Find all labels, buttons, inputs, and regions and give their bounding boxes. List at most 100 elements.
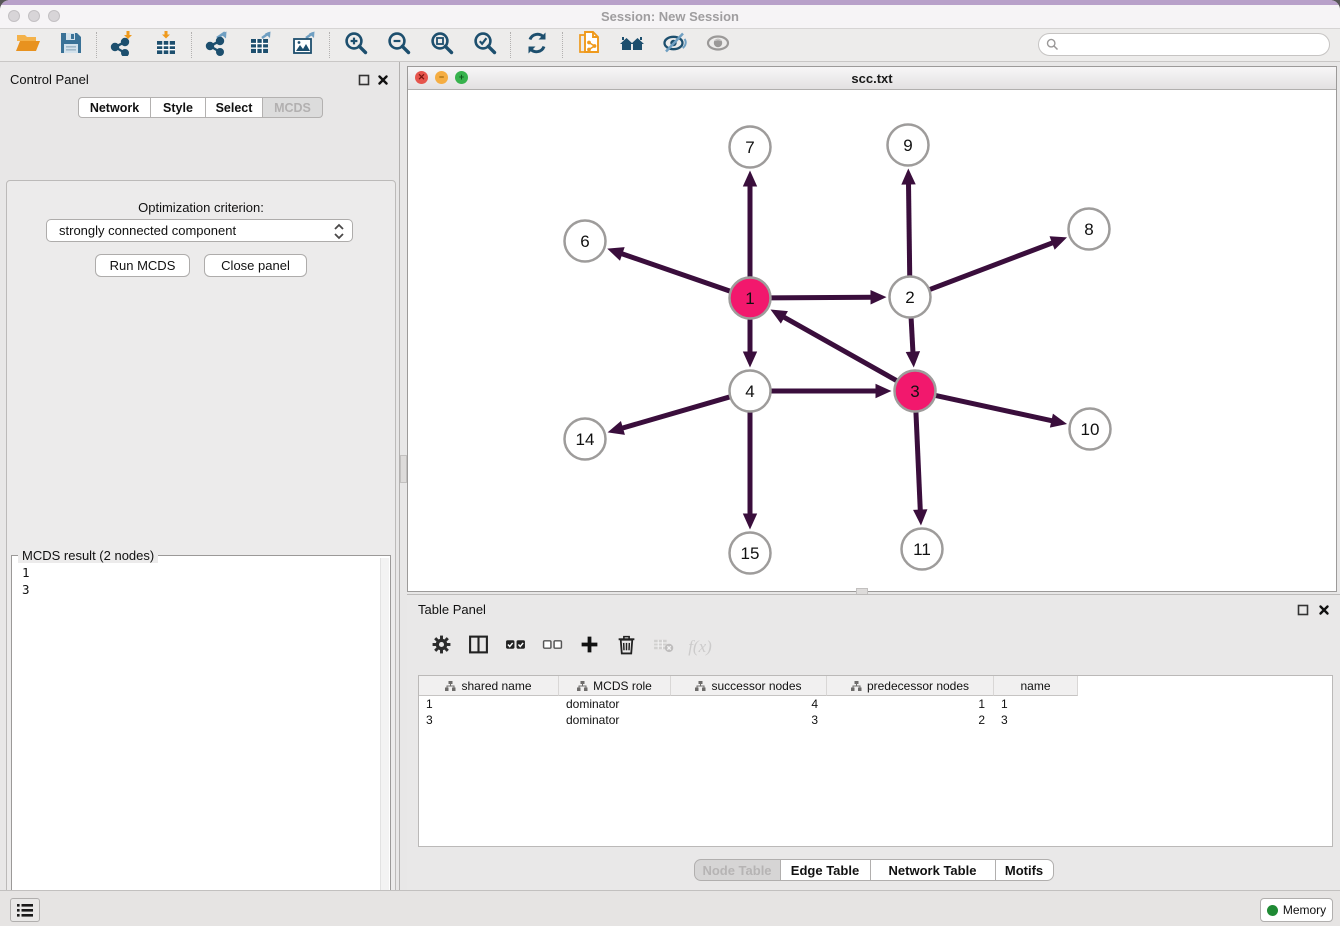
graph-edge-4-14[interactable]: [621, 396, 732, 428]
open-session-button[interactable]: [6, 29, 49, 61]
graph-edge-arrow-4-15: [743, 514, 757, 530]
tab-select[interactable]: Select: [206, 97, 263, 118]
export-table-button[interactable]: [239, 29, 282, 61]
cell-mcds-role[interactable]: dominator: [559, 712, 671, 728]
refresh-network-button[interactable]: [515, 29, 558, 61]
settings-gear-button[interactable]: [427, 633, 455, 661]
tab-mcds[interactable]: MCDS: [263, 97, 323, 118]
graph-node-label-3: 3: [910, 382, 919, 401]
close-panel-icon[interactable]: [377, 74, 389, 86]
tab-motifs[interactable]: Motifs: [996, 859, 1054, 881]
cell-successor-nodes[interactable]: 4: [671, 696, 827, 712]
column-header-mcds-role[interactable]: MCDS role: [559, 676, 671, 696]
import-network-button[interactable]: [101, 29, 144, 61]
vertical-split-handle[interactable]: [400, 455, 407, 483]
graph-edge-1-2[interactable]: [768, 297, 872, 298]
mcds-result-textarea[interactable]: 1 3: [13, 558, 381, 926]
float-panel-icon[interactable]: [358, 74, 370, 86]
tab-node-table[interactable]: Node Table: [694, 859, 781, 881]
float-table-panel-icon[interactable]: [1297, 604, 1309, 616]
zoom-fit-icon: [429, 30, 455, 61]
cell-mcds-role[interactable]: dominator: [559, 696, 671, 712]
network-canvas[interactable]: 7968124314101511: [408, 90, 1336, 591]
zoom-fit-button[interactable]: [420, 29, 463, 61]
window-titlebar[interactable]: Session: New Session: [0, 5, 1340, 28]
graph-edge-2-8[interactable]: [927, 242, 1054, 290]
graph-node-label-14: 14: [576, 430, 595, 449]
toolbar-separator: [96, 32, 97, 58]
export-network-button[interactable]: [196, 29, 239, 61]
column-edit-icon: [577, 681, 588, 691]
close-table-panel-icon[interactable]: [1318, 604, 1330, 616]
export-image-button[interactable]: [282, 29, 325, 61]
cell-shared-name[interactable]: 1: [419, 696, 559, 712]
search-box[interactable]: [1038, 33, 1330, 56]
bird-eye-view-button[interactable]: [696, 29, 739, 61]
task-history-button[interactable]: [10, 898, 40, 922]
cell-name[interactable]: 1: [994, 696, 1078, 712]
graph-edge-2-9[interactable]: [908, 182, 909, 278]
import-table-icon: [153, 30, 179, 61]
memory-label: Memory: [1283, 903, 1326, 917]
graph-node-label-4: 4: [745, 382, 754, 401]
network-view-window: ✕ − + scc.txt 7968124314101511: [407, 66, 1337, 592]
criterion-value: strongly connected component: [59, 223, 236, 238]
graph-edge-1-6[interactable]: [620, 253, 732, 292]
close-panel-button[interactable]: Close panel: [204, 254, 307, 277]
tab-network-table[interactable]: Network Table: [871, 859, 996, 881]
list-icon: [15, 902, 35, 919]
deselect-all-columns-icon: [542, 634, 563, 660]
graph-edge-3-10[interactable]: [933, 395, 1053, 421]
control-panel-tabs: NetworkStyleSelectMCDS: [78, 97, 323, 118]
export-network-icon: [205, 30, 231, 61]
zoom-out-button[interactable]: [377, 29, 420, 61]
main-toolbar-groups: [6, 29, 739, 61]
column-header-shared-name[interactable]: shared name: [419, 676, 559, 696]
graph-edge-3-11[interactable]: [916, 409, 921, 511]
graph-edge-arrow-4-14: [608, 421, 625, 435]
tab-style[interactable]: Style: [151, 97, 206, 118]
select-all-columns-button[interactable]: [501, 633, 529, 661]
table-header-row: shared nameMCDS rolesuccessor nodes prede…: [419, 676, 1332, 696]
network-from-document-button[interactable]: [567, 29, 610, 61]
open-session-icon: [15, 30, 41, 61]
hide-panels-button[interactable]: [653, 29, 696, 61]
table-row-1: 3dominator323: [419, 712, 1332, 728]
table-toolbar: f(x): [418, 626, 1332, 668]
cell-name[interactable]: 3: [994, 712, 1078, 728]
memory-button[interactable]: Memory: [1260, 898, 1333, 922]
delete-columns-button[interactable]: [612, 633, 640, 661]
save-session-button[interactable]: [49, 29, 92, 61]
tab-network[interactable]: Network: [78, 97, 151, 118]
network-window-titlebar[interactable]: ✕ − + scc.txt: [408, 67, 1336, 90]
tab-edge-table[interactable]: Edge Table: [781, 859, 871, 881]
control-panel-title: Control Panel: [10, 72, 89, 87]
column-header-predecessor-nodes[interactable]: predecessor nodes: [827, 676, 994, 696]
column-header-name[interactable]: name: [994, 676, 1078, 696]
graph-node-label-11: 11: [913, 540, 931, 559]
home-view-button[interactable]: [610, 29, 653, 61]
add-column-button[interactable]: [575, 633, 603, 661]
column-label: predecessor nodes: [867, 679, 969, 693]
column-header-successor-nodes[interactable]: successor nodes: [671, 676, 827, 696]
show-columns-button[interactable]: [464, 633, 492, 661]
graph-node-label-15: 15: [741, 544, 760, 563]
deselect-all-columns-button[interactable]: [538, 633, 566, 661]
graph-node-label-10: 10: [1081, 420, 1100, 439]
run-mcds-button[interactable]: Run MCDS: [95, 254, 190, 277]
search-icon: [1046, 38, 1059, 51]
cell-predecessor-nodes[interactable]: 2: [827, 712, 994, 728]
cell-shared-name[interactable]: 3: [419, 712, 559, 728]
graph-edge-arrow-1-4: [743, 352, 757, 368]
cell-successor-nodes[interactable]: 3: [671, 712, 827, 728]
graph-edge-3-1[interactable]: [783, 316, 899, 382]
zoom-in-button[interactable]: [334, 29, 377, 61]
zoom-selected-button[interactable]: [463, 29, 506, 61]
search-input[interactable]: [1059, 36, 1329, 54]
criterion-dropdown[interactable]: strongly connected component: [46, 219, 353, 242]
graph-edge-2-3[interactable]: [911, 315, 913, 353]
result-scrollbar[interactable]: [380, 558, 389, 926]
import-table-button[interactable]: [144, 29, 187, 61]
cell-predecessor-nodes[interactable]: 1: [827, 696, 994, 712]
mcds-panel: Optimization criterion: strongly connect…: [6, 180, 396, 926]
